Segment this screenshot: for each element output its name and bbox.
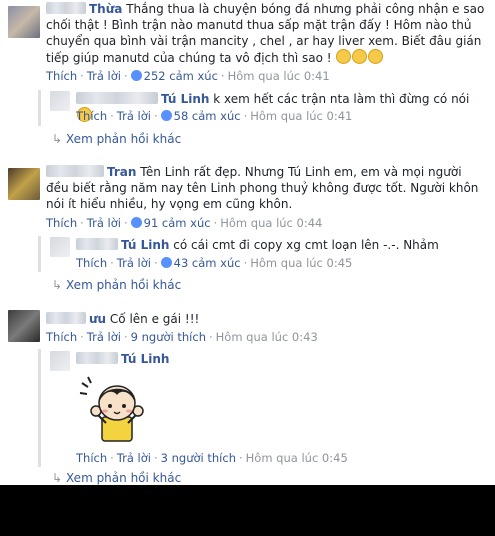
- reply-actions: Thích · Trả lời · 58 cảm xúc · Hôm qua lúc 0:4…: [76, 109, 353, 123]
- comment-body: Tran Tên Linh rất đẹp. Nhưng Tú Linh em,…: [46, 164, 486, 212]
- reply-text: k xem hết các trận nta làm thì đừng có n…: [213, 92, 470, 106]
- reply-link[interactable]: Trả lời: [87, 330, 121, 344]
- grinning-emoji-icon: [368, 49, 384, 64]
- reply-link[interactable]: Trả lời: [117, 256, 151, 270]
- reply-arrow-icon: ↳: [52, 132, 63, 146]
- replier-name[interactable]: Tú Linh: [121, 238, 169, 252]
- comment-body: ưu Cố lên e gái !!!: [46, 311, 486, 327]
- reaction-count[interactable]: 3 người thích: [161, 451, 236, 465]
- avatar[interactable]: [50, 351, 70, 371]
- reaction-count[interactable]: 9 người thích: [131, 330, 206, 344]
- reaction-icon: [130, 70, 142, 81]
- reply-text: có cái cmt đi copy xg cmt loạn lên -.-. …: [173, 238, 439, 252]
- reply-link[interactable]: Trả lời: [87, 69, 121, 83]
- blurred-name: [76, 352, 118, 364]
- like-link[interactable]: Thích: [46, 216, 77, 230]
- reply-link[interactable]: Trả lời: [117, 109, 151, 123]
- reply-link[interactable]: Trả lời: [87, 216, 121, 230]
- timestamp[interactable]: Hôm qua lúc 0:43: [216, 330, 318, 344]
- blurred-name: [46, 165, 104, 177]
- timestamp[interactable]: Hôm qua lúc 0:45: [246, 451, 348, 465]
- reaction-count[interactable]: 43 cảm xúc: [174, 256, 241, 270]
- blurred-name: [46, 2, 86, 14]
- comment-actions: Thích · Trả lời · 252 cảm xúc · Hôm qua lúc 0:…: [46, 69, 330, 83]
- comment-body: Thừa Thắng thua là chuyện bóng đá nhưng …: [46, 1, 486, 66]
- more-replies-link[interactable]: ↳ Xem phản hồi khác: [52, 278, 181, 292]
- avatar[interactable]: [8, 168, 40, 200]
- comment-actions: Thích · Trả lời · 91 cảm xúc · Hôm qua lúc 0:4…: [46, 216, 323, 230]
- comment-actions: Thích · Trả lời · 9 người thích · Hôm qua lúc …: [46, 330, 318, 344]
- grinning-emoji-icon: [336, 49, 352, 64]
- reply-thread-line: [38, 90, 41, 126]
- reply-actions: Thích · Trả lời · 43 cảm xúc · Hôm qua lúc 0:4…: [76, 256, 353, 270]
- timestamp[interactable]: Hôm qua lúc 0:44: [220, 216, 322, 230]
- reaction-icon: [160, 257, 172, 268]
- like-link[interactable]: Thích: [76, 256, 107, 270]
- like-link[interactable]: Thích: [46, 69, 77, 83]
- reaction-icon: [160, 110, 172, 121]
- like-link[interactable]: Thích: [46, 330, 77, 344]
- like-link[interactable]: Thích: [76, 109, 107, 123]
- reaction-count[interactable]: 91 cảm xúc: [144, 216, 211, 230]
- replier-name[interactable]: Tú Linh: [121, 352, 169, 366]
- comment-text: Cố lên e gái !!!: [109, 312, 200, 326]
- reaction-icon: [130, 217, 142, 228]
- comment-section: Thừa Thắng thua là chuyện bóng đá nhưng …: [0, 0, 495, 485]
- avatar[interactable]: [8, 6, 40, 38]
- reply-arrow-icon: ↳: [52, 471, 63, 485]
- reaction-count[interactable]: 58 cảm xúc: [174, 109, 241, 123]
- replier-name[interactable]: Tú Linh: [161, 92, 209, 106]
- reply-thread-line: [38, 236, 41, 272]
- blurred-name: [46, 312, 86, 324]
- commenter-name[interactable]: ưu: [89, 312, 106, 326]
- blurred-name: [76, 238, 118, 250]
- commenter-name[interactable]: Thừa: [89, 2, 122, 16]
- timestamp[interactable]: Hôm qua lúc 0:41: [228, 69, 330, 83]
- reply-body: Tú Linh có cái cmt đi copy xg cmt loạn l…: [76, 237, 486, 253]
- comment-thread: ưu Cố lên e gái !!! Thích · Trả lời · 9 ngườ…: [0, 305, 495, 485]
- reaction-count[interactable]: 252 cảm xúc: [144, 69, 218, 83]
- comment-thread: Thừa Thắng thua là chuyện bóng đá nhưng …: [0, 0, 495, 160]
- grinning-emoji-icon: [352, 49, 368, 64]
- more-replies-link[interactable]: ↳ Xem phản hồi khác: [52, 132, 181, 146]
- avatar[interactable]: [50, 237, 70, 257]
- like-link[interactable]: Thích: [76, 451, 107, 465]
- timestamp[interactable]: Hôm qua lúc 0:45: [250, 256, 352, 270]
- avatar[interactable]: [8, 310, 40, 342]
- reply-actions: Thích · Trả lời · 3 người thích · Hôm qua lúc …: [76, 451, 348, 465]
- reply-thread-line: [38, 349, 41, 467]
- timestamp[interactable]: Hôm qua lúc 0:41: [250, 109, 352, 123]
- cheering-girl-sticker: [79, 376, 144, 442]
- more-replies-link[interactable]: ↳ Xem phản hồi khác: [52, 471, 181, 485]
- reply-arrow-icon: ↳: [52, 278, 63, 292]
- reply-link[interactable]: Trả lời: [117, 451, 151, 465]
- commenter-name[interactable]: Tran: [107, 165, 136, 179]
- comment-thread: Tran Tên Linh rất đẹp. Nhưng Tú Linh em,…: [0, 160, 495, 300]
- blurred-name: [76, 92, 158, 104]
- avatar[interactable]: [50, 91, 70, 111]
- reply-body: Tú Linh: [76, 351, 486, 367]
